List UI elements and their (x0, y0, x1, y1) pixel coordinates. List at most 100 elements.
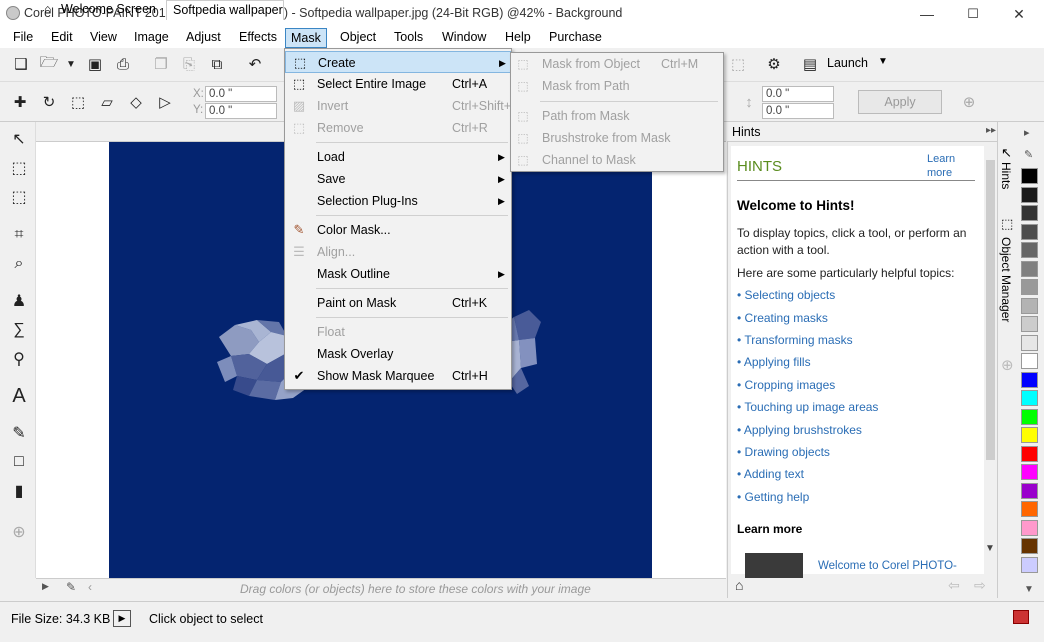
tab-hints[interactable]: Hints (999, 162, 1013, 189)
close-button[interactable]: ✕ (996, 0, 1042, 28)
video-thumbnail[interactable] (745, 553, 803, 578)
topic-link[interactable]: • Getting help (737, 490, 809, 504)
home-icon[interactable]: ⌂ (735, 577, 743, 593)
transform-tool-icon[interactable]: ⬚ (8, 157, 30, 179)
minimize-button[interactable]: — (904, 0, 950, 28)
mask-menu-item[interactable]: Paint on Mask Ctrl+K (285, 292, 511, 314)
add-docker-icon[interactable]: ⊕ (1001, 356, 1014, 374)
undo-icon[interactable]: ↶ (244, 53, 266, 75)
paste-as-object-icon[interactable]: ⧉ (206, 53, 228, 75)
forward-arrow-icon[interactable]: ⇨ (974, 577, 986, 594)
tab-welcome-screen[interactable]: ⌂ Welcome Screen (38, 0, 162, 20)
topic-link[interactable]: • Adding text (737, 467, 804, 481)
topic-link[interactable]: • Applying brushstrokes (737, 423, 862, 437)
open-folder-icon[interactable]: 🗁 (38, 53, 60, 75)
menu-object[interactable]: Object (335, 28, 381, 48)
menu-view[interactable]: View (85, 28, 122, 48)
mask-menu-item[interactable]: ✎ Color Mask... (285, 219, 511, 241)
palette-eyedropper-icon[interactable]: ✎ (1024, 148, 1033, 161)
effect-tool-icon[interactable]: ∑ (8, 319, 30, 341)
topic-link[interactable]: • Transforming masks (737, 333, 853, 347)
palette-swatch[interactable] (1021, 223, 1038, 240)
scale-mode-icon[interactable]: ⬚ (67, 91, 89, 113)
text-tool-icon[interactable]: A (8, 385, 30, 407)
palette-swatch[interactable] (1021, 408, 1038, 425)
new-document-icon[interactable]: ❑ (10, 53, 32, 75)
distort-mode-icon[interactable]: ◇ (125, 91, 147, 113)
topic-link[interactable]: • Drawing objects (737, 445, 830, 459)
create-submenu-item[interactable]: ⬚ Channel to Mask (511, 149, 723, 171)
menu-image[interactable]: Image (129, 28, 174, 48)
back-arrow-icon[interactable]: ⇦ (948, 577, 960, 594)
menu-help[interactable]: Help (500, 28, 536, 48)
palette-swatch[interactable] (1021, 556, 1038, 573)
topic-link[interactable]: • Selecting objects (737, 288, 835, 302)
topic-link[interactable]: • Touching up image areas (737, 400, 878, 414)
position-mode-icon[interactable]: ✚ (9, 91, 31, 113)
x-position-field[interactable]: 0.0 " (205, 86, 277, 102)
palette-menu-icon[interactable]: ▸ (1024, 126, 1030, 139)
mask-menu-item[interactable]: Float (285, 321, 511, 343)
docker-collapse-icon[interactable]: ▸▸ (986, 125, 996, 136)
open-dropdown-chevron-icon[interactable]: ▼ (60, 53, 82, 75)
eyedropper-tool-icon[interactable]: ⚲ (8, 348, 30, 370)
mask-menu-item[interactable]: Selection Plug-Ins ▶ (285, 190, 511, 212)
mask-menu-item[interactable]: Load ▶ (285, 146, 511, 168)
eraser-tool-icon[interactable]: ▮ (8, 480, 30, 502)
paste-icon[interactable]: ⎘ (178, 53, 200, 75)
palette-swatch[interactable] (1021, 445, 1038, 462)
restore-button[interactable]: ☐ (950, 0, 996, 28)
tab-object-manager[interactable]: Object Manager (999, 237, 1013, 322)
palette-swatch[interactable] (1021, 260, 1038, 277)
palette-swatch[interactable] (1021, 390, 1038, 406)
palette-swatch[interactable] (1021, 297, 1038, 314)
topic-link[interactable]: • Applying fills (737, 355, 811, 369)
height-field[interactable]: 0.0 " (762, 103, 834, 119)
menu-effects[interactable]: Effects (234, 28, 282, 48)
print-icon[interactable]: ⎙ (112, 53, 134, 75)
create-submenu-item[interactable]: ⬚ Mask from Object Ctrl+M (511, 53, 723, 75)
width-field[interactable]: 0.0 " (762, 86, 834, 102)
create-submenu-item[interactable]: ⬚ Mask from Path (511, 75, 723, 97)
palette-swatch[interactable] (1021, 538, 1038, 554)
palette-swatch[interactable] (1021, 353, 1038, 369)
rotate-mode-icon[interactable]: ↻ (38, 91, 60, 113)
options-gear-icon[interactable]: ⚙ (763, 53, 785, 75)
palette-swatch[interactable] (1021, 279, 1038, 295)
menu-purchase[interactable]: Purchase (544, 28, 607, 48)
pick-tool-icon[interactable]: ↖ (8, 128, 30, 150)
save-icon[interactable]: ▣ (84, 53, 106, 75)
create-submenu-item[interactable]: ⬚ Path from Mask (511, 105, 723, 127)
mask-menu-item[interactable]: Mask Overlay (285, 343, 511, 365)
palette-swatch[interactable] (1021, 464, 1038, 480)
palette-swatch[interactable] (1021, 186, 1038, 203)
mask-menu-item[interactable]: ⬚ Create ▶ (285, 51, 511, 73)
paint-tool-icon[interactable]: ✎ (8, 422, 30, 444)
palette-scroll-icon[interactable]: ▼ (1024, 584, 1034, 595)
y-position-field[interactable]: 0.0 " (205, 103, 277, 119)
tray-eyedropper-icon[interactable]: ✎ (66, 580, 76, 594)
tray-play-icon[interactable]: ▶ (42, 581, 49, 592)
shape-tool-icon[interactable]: □ (8, 451, 30, 473)
palette-swatch[interactable] (1021, 371, 1038, 388)
scroll-down-icon[interactable]: ▼ (985, 543, 995, 554)
launch-button[interactable]: ▤ Launch ▼ (795, 52, 895, 76)
palette-swatch[interactable] (1021, 501, 1038, 517)
tab-softpedia-wallpaper[interactable]: Softpedia wallpaper.jpg (166, 0, 284, 20)
palette-swatch[interactable] (1021, 242, 1038, 258)
skew-mode-icon[interactable]: ▱ (96, 91, 118, 113)
video-link[interactable]: Welcome to Corel PHOTO- (818, 560, 957, 572)
crop-tool-icon[interactable]: ⌗ (8, 224, 30, 246)
mask-menu-item[interactable]: ⬚ Select Entire Image Ctrl+A (285, 73, 511, 95)
palette-swatch[interactable] (1021, 316, 1038, 332)
mask-menu-item[interactable]: ⬚ Remove Ctrl+R (285, 117, 511, 139)
tray-scroll-left-icon[interactable]: ‹ (88, 580, 92, 594)
menu-tools[interactable]: Tools (389, 28, 428, 48)
menu-edit[interactable]: Edit (46, 28, 78, 48)
status-play-icon[interactable]: ▶ (113, 610, 131, 627)
perspective-mode-icon[interactable]: ▷ (154, 91, 176, 113)
mask-menu-item[interactable]: ✔ Show Mask Marquee Ctrl+H (285, 365, 511, 387)
palette-swatch[interactable] (1021, 168, 1038, 184)
hints-scrollbar-thumb[interactable] (986, 160, 995, 460)
create-submenu-item[interactable]: ⬚ Brushstroke from Mask (511, 127, 723, 149)
